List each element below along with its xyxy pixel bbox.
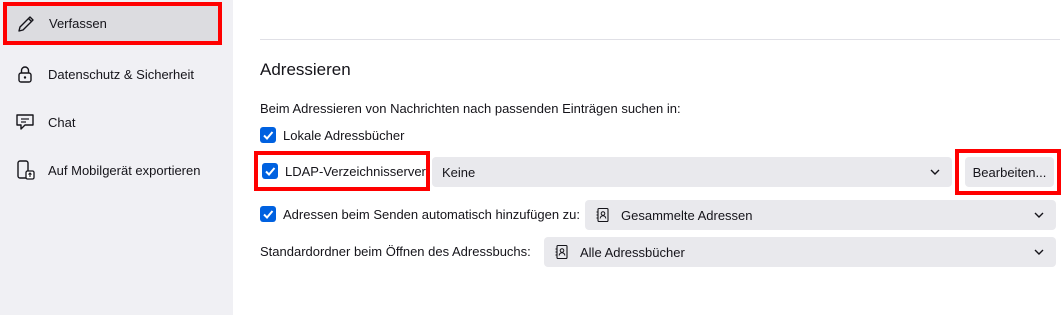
sidebar-item-chat[interactable]: Chat (6, 103, 220, 141)
chevron-down-icon (1034, 249, 1044, 255)
auto-add-option: Adressen beim Senden automatisch hinzufü… (260, 206, 580, 222)
lock-icon (14, 63, 36, 85)
auto-add-addressbook-select[interactable]: Gesammelte Adressen (585, 200, 1056, 230)
sidebar-item-label: Datenschutz & Sicherheit (48, 66, 194, 82)
ldap-server-value: Keine (442, 164, 476, 180)
default-folder-select[interactable]: Alle Adressbücher (544, 237, 1056, 267)
default-folder-label: Standardordner beim Öffnen des Adressbuc… (260, 244, 531, 259)
section-description: Beim Adressieren von Nachrichten nach pa… (260, 101, 681, 116)
pencil-icon (15, 13, 37, 35)
ldap-edit-button-label: Bearbeiten... (972, 164, 1047, 180)
checkmark-icon (263, 210, 274, 219)
sidebar-item-label: Auf Mobilgerät exportieren (48, 162, 201, 178)
default-folder-value: Alle Adressbücher (580, 244, 685, 260)
sidebar-item-verfassen[interactable]: Verfassen (3, 2, 222, 45)
ldap-edit-button[interactable]: Bearbeiten... (965, 157, 1054, 187)
ldap-checkbox[interactable] (262, 163, 278, 179)
checkmark-icon (265, 167, 276, 176)
sidebar-item-label: Chat (48, 114, 76, 130)
chevron-down-icon (1034, 212, 1044, 218)
auto-add-label[interactable]: Adressen beim Senden automatisch hinzufü… (283, 207, 580, 222)
sidebar: Verfassen Datenschutz & Sicherheit Chat … (0, 0, 233, 315)
ldap-option: LDAP-Verzeichnisserver: (262, 163, 430, 179)
default-folder-option: Standardordner beim Öffnen des Adressbuc… (260, 244, 531, 259)
chevron-down-icon (930, 169, 940, 175)
section-divider (260, 39, 1060, 40)
chat-bubble-icon (14, 111, 36, 133)
addressbook-icon (555, 244, 568, 260)
sidebar-item-datenschutz[interactable]: Datenschutz & Sicherheit (6, 55, 220, 93)
ldap-label[interactable]: LDAP-Verzeichnisserver: (285, 164, 430, 179)
local-addressbooks-option: Lokale Adressbücher (260, 127, 404, 143)
ldap-server-select[interactable]: Keine (432, 157, 952, 187)
addressbook-icon (596, 207, 609, 223)
sidebar-item-label: Verfassen (49, 16, 107, 31)
mobile-export-icon (14, 159, 36, 181)
auto-add-addressbook-value: Gesammelte Adressen (621, 207, 753, 223)
local-addressbooks-label[interactable]: Lokale Adressbücher (283, 128, 404, 143)
checkmark-icon (263, 131, 274, 140)
local-addressbooks-checkbox[interactable] (260, 127, 276, 143)
sidebar-item-mobile-export[interactable]: Auf Mobilgerät exportieren (6, 151, 220, 189)
section-title: Adressieren (260, 60, 351, 79)
auto-add-checkbox[interactable] (260, 206, 276, 222)
